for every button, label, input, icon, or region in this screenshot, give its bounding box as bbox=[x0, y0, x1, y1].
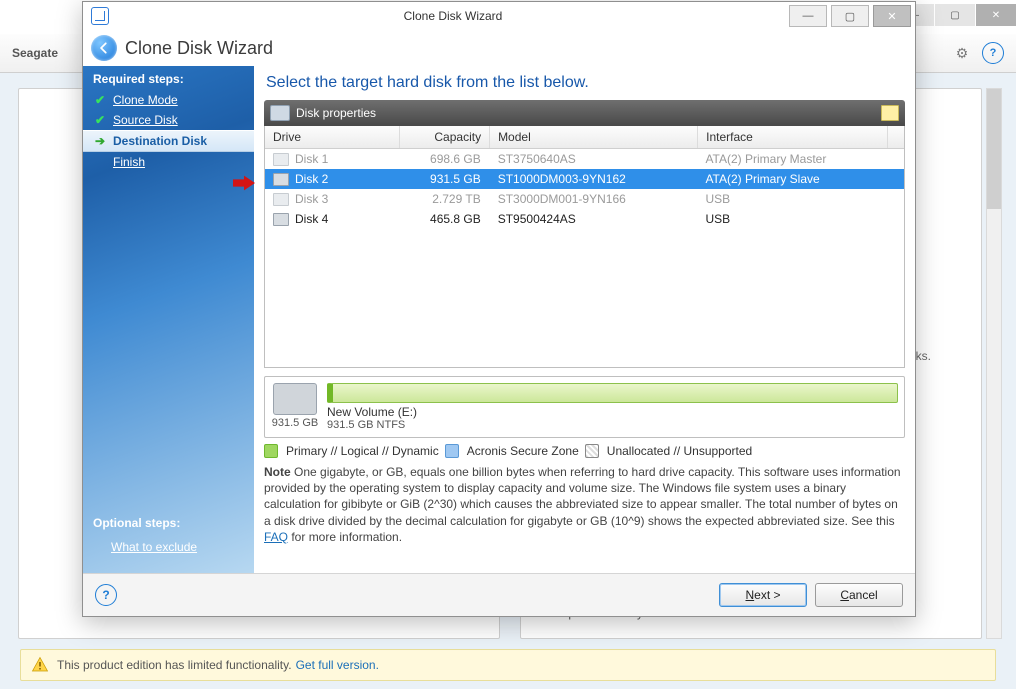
cell-capacity: 931.5 GB bbox=[400, 172, 490, 186]
sidebar-item-what-to-exclude[interactable]: What to exclude bbox=[83, 540, 254, 554]
disk-drive-icon bbox=[273, 383, 317, 415]
col-interface[interactable]: Interface bbox=[698, 126, 888, 148]
dialog-title: Clone Disk Wizard bbox=[117, 9, 789, 23]
help-icon[interactable]: ? bbox=[982, 42, 1004, 64]
faq-link[interactable]: FAQ bbox=[264, 530, 288, 544]
gear-icon[interactable]: ⚙ bbox=[952, 43, 972, 63]
col-drive[interactable]: Drive bbox=[265, 126, 400, 148]
wizard-main: Select the target hard disk from the lis… bbox=[254, 66, 915, 574]
cell-capacity: 465.8 GB bbox=[400, 212, 490, 226]
partition-detail: 931.5 GB NTFS bbox=[327, 419, 898, 431]
note-prefix: Note bbox=[264, 465, 291, 479]
legend-swatch-unallocated bbox=[585, 444, 599, 458]
next-button[interactable]: Next > bbox=[719, 583, 807, 607]
disk-table: Drive Capacity Model Interface Disk 1 698… bbox=[264, 126, 905, 368]
notice-text: This product edition has limited functio… bbox=[57, 658, 292, 672]
legend-unallocated: Unallocated // Unsupported bbox=[607, 444, 752, 458]
optional-steps-title: Optional steps: bbox=[83, 516, 254, 530]
cell-drive: Disk 2 bbox=[295, 172, 328, 186]
required-steps-title: Required steps: bbox=[83, 66, 254, 90]
cell-interface: ATA(2) Primary Slave bbox=[697, 172, 887, 186]
legend-secure: Acronis Secure Zone bbox=[467, 444, 579, 458]
wizard-header-title: Clone Disk Wizard bbox=[125, 38, 273, 59]
partition-name: New Volume (E:) bbox=[327, 405, 898, 419]
wizard-sidebar: Required steps: ✔ Clone Mode ✔ Source Disk ➔… bbox=[83, 66, 254, 574]
red-arrow-icon bbox=[233, 175, 255, 191]
sidebar-item-label: Finish bbox=[113, 155, 145, 169]
legend-primary: Primary // Logical // Dynamic bbox=[286, 444, 439, 458]
disk-map: 931.5 GB New Volume (E:) 931.5 GB NTFS bbox=[264, 376, 905, 438]
cell-interface: ATA(2) Primary Master bbox=[697, 152, 887, 166]
notice-bar: This product edition has limited functio… bbox=[20, 649, 996, 681]
cell-capacity: 2.729 TB bbox=[400, 192, 490, 206]
cell-drive: Disk 1 bbox=[295, 152, 328, 166]
sidebar-item-label: Source Disk bbox=[113, 113, 178, 127]
sidebar-item-clone-mode[interactable]: ✔ Clone Mode bbox=[83, 90, 254, 110]
cell-drive: Disk 3 bbox=[295, 192, 328, 206]
cell-interface: USB bbox=[697, 212, 887, 226]
warning-icon bbox=[31, 656, 49, 674]
cell-model: ST9500424AS bbox=[490, 212, 698, 226]
partition-segment[interactable] bbox=[327, 383, 898, 403]
hdd-icon bbox=[273, 213, 289, 226]
col-spacer bbox=[888, 126, 904, 148]
note-body: One gigabyte, or GB, equals one billion … bbox=[264, 465, 901, 528]
legend-swatch-secure bbox=[445, 444, 459, 458]
note-text: Note One gigabyte, or GB, equals one bil… bbox=[264, 464, 905, 545]
col-model[interactable]: Model bbox=[490, 126, 698, 148]
wizard-bottom-bar: ? Next > Cancel bbox=[83, 573, 915, 616]
table-row[interactable]: Disk 3 2.729 TBST3000DM001-9YN166USB bbox=[265, 189, 904, 209]
arrow-left-icon bbox=[97, 41, 111, 55]
clone-disk-wizard-dialog: Clone Disk Wizard — ▢ ✕ Clone Disk Wizar… bbox=[82, 1, 916, 617]
sticky-note-icon[interactable] bbox=[881, 105, 899, 121]
cell-model: ST1000DM003-9YN162 bbox=[490, 172, 698, 186]
legend: Primary // Logical // Dynamic Acronis Se… bbox=[264, 444, 905, 458]
cancel-button[interactable]: Cancel bbox=[815, 583, 903, 607]
disk-map-size: 931.5 GB bbox=[271, 417, 319, 429]
note-suffix: for more information. bbox=[288, 530, 402, 544]
checkmark-icon: ✔ bbox=[93, 93, 107, 107]
hdd-icon bbox=[273, 193, 289, 206]
wizard-help-icon[interactable]: ? bbox=[95, 584, 117, 606]
col-capacity[interactable]: Capacity bbox=[400, 126, 490, 148]
legend-swatch-primary bbox=[264, 444, 278, 458]
panel-title: Disk properties bbox=[296, 106, 376, 120]
cell-model: ST3750640AS bbox=[490, 152, 698, 166]
table-header[interactable]: Drive Capacity Model Interface bbox=[265, 126, 904, 149]
notice-link[interactable]: Get full version. bbox=[296, 658, 379, 672]
sidebar-item-label: Destination Disk bbox=[113, 134, 207, 148]
checkmark-icon: ✔ bbox=[93, 113, 107, 127]
outer-scrollbar[interactable] bbox=[986, 88, 1002, 639]
cell-drive: Disk 4 bbox=[295, 212, 328, 226]
disk-properties-header: Disk properties bbox=[264, 100, 905, 126]
table-row[interactable]: Disk 2 931.5 GBST1000DM003-9YN162ATA(2) P… bbox=[265, 169, 904, 189]
sidebar-item-destination-disk[interactable]: ➔ Destination Disk bbox=[83, 130, 254, 152]
cell-model: ST3000DM001-9YN166 bbox=[490, 192, 698, 206]
instruction-text: Select the target hard disk from the lis… bbox=[266, 74, 905, 92]
outer-close-button[interactable]: ✕ bbox=[976, 4, 1016, 26]
cell-interface: USB bbox=[697, 192, 887, 206]
back-button[interactable] bbox=[91, 35, 117, 61]
sidebar-item-finish[interactable]: Finish bbox=[83, 152, 254, 172]
dialog-minimize-button[interactable]: — bbox=[789, 5, 827, 27]
cell-capacity: 698.6 GB bbox=[400, 152, 490, 166]
dialog-maximize-button[interactable]: ▢ bbox=[831, 5, 869, 27]
hdd-icon bbox=[273, 173, 289, 186]
disk-icon bbox=[270, 105, 290, 121]
hdd-icon bbox=[273, 153, 289, 166]
sidebar-item-label: Clone Mode bbox=[113, 93, 178, 107]
sidebar-item-source-disk[interactable]: ✔ Source Disk bbox=[83, 110, 254, 130]
table-row[interactable]: Disk 1 698.6 GBST3750640ASATA(2) Primary … bbox=[265, 149, 904, 169]
dialog-close-button[interactable]: ✕ bbox=[873, 5, 911, 27]
outer-maximize-button[interactable]: ▢ bbox=[935, 4, 975, 26]
table-row[interactable]: Disk 4 465.8 GBST9500424ASUSB bbox=[265, 209, 904, 229]
dialog-titlebar[interactable]: Clone Disk Wizard — ▢ ✕ bbox=[83, 2, 915, 30]
app-icon bbox=[91, 7, 109, 25]
arrow-right-icon: ➔ bbox=[93, 134, 107, 148]
wizard-header: Clone Disk Wizard bbox=[83, 30, 915, 67]
brand-label: Seagate bbox=[12, 46, 58, 60]
